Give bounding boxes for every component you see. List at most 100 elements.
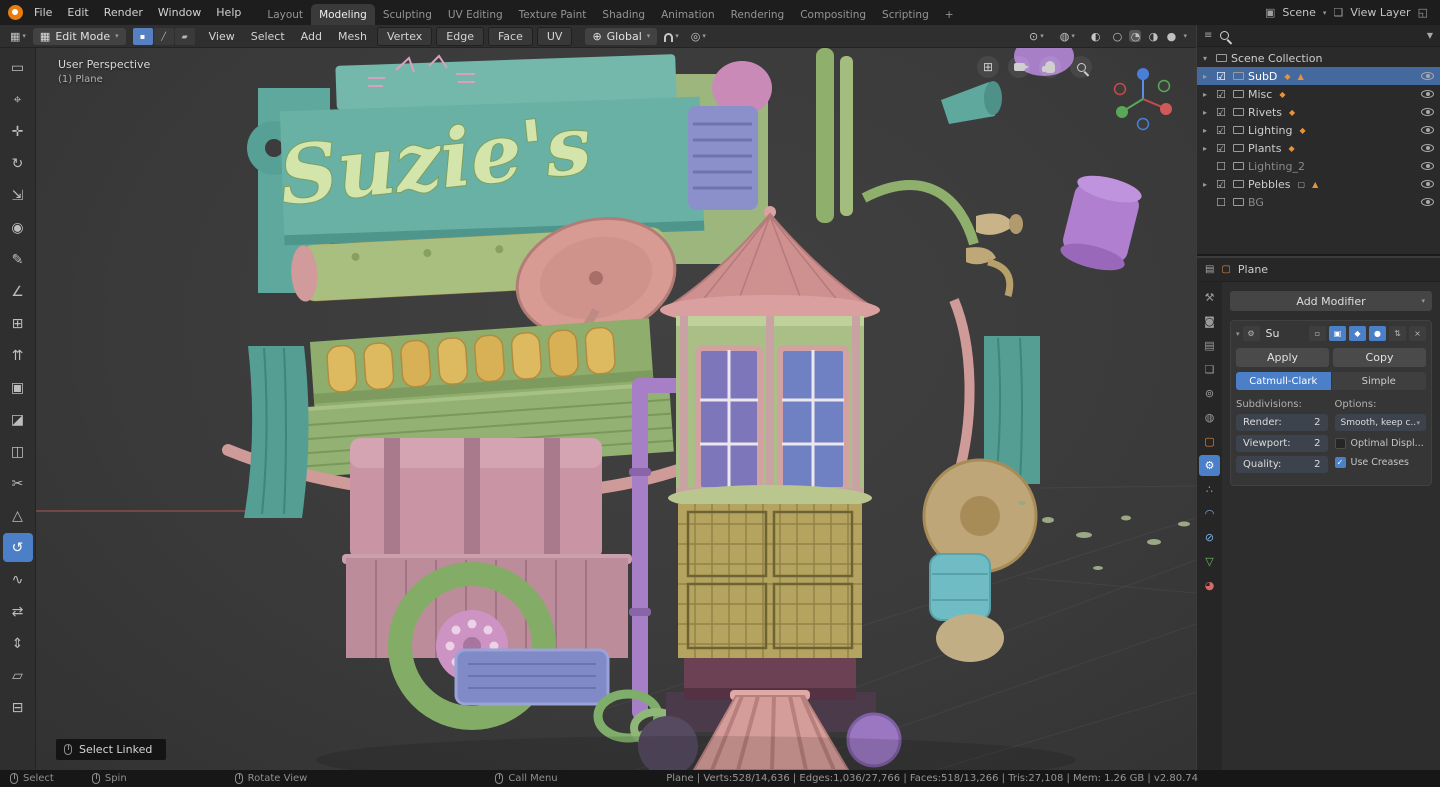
navigation-gizmo[interactable]	[1108, 64, 1178, 134]
tool-transform[interactable]: ◉	[3, 213, 33, 242]
use-creases-row[interactable]: ✓ Use Creases	[1334, 454, 1427, 471]
outliner-item-subd[interactable]: ▸ ☑ SubD ◆ ▲	[1197, 67, 1440, 85]
show-in-edit-mode-toggle[interactable]: ▣	[1329, 326, 1346, 341]
filter-icon[interactable]: ▼	[1427, 31, 1433, 40]
tool-scale[interactable]: ⇲	[3, 181, 33, 210]
panel-collapse-icon[interactable]: ▾	[1236, 330, 1240, 338]
visibility-eye-icon[interactable]	[1421, 162, 1434, 170]
disclosure-icon[interactable]: ▸	[1203, 72, 1212, 81]
shading-wireframe-button[interactable]: ○	[1111, 30, 1123, 43]
outliner-item-plants[interactable]: ▸ ☑ Plants ◆	[1197, 139, 1440, 157]
tool-poly-build[interactable]: △	[3, 501, 33, 530]
disclosure-icon[interactable]: ▸	[1203, 144, 1212, 153]
menu-window[interactable]: Window	[151, 4, 208, 21]
properties-tab-object-data[interactable]: ▽	[1199, 551, 1220, 572]
disclosure-icon[interactable]: ▸	[1203, 108, 1212, 117]
face-select-mode-button[interactable]: ▰	[174, 27, 195, 45]
properties-tab-world[interactable]: ◍	[1199, 407, 1220, 428]
properties-tab-object[interactable]: ▢	[1199, 431, 1220, 452]
mode-selector[interactable]: ▦ Edit Mode ▾	[32, 27, 126, 45]
select-linked-hint[interactable]: Select Linked	[56, 739, 167, 760]
tool-rotate[interactable]: ↻	[3, 149, 33, 178]
disclosure-icon[interactable]: ▸	[1203, 126, 1212, 135]
menu-view[interactable]: View	[202, 28, 242, 45]
workspace-tab-rendering[interactable]: Rendering	[723, 4, 793, 25]
optimal-display-checkbox[interactable]	[1334, 438, 1346, 449]
optimal-display-row[interactable]: Optimal Displ...	[1334, 435, 1427, 452]
properties-tab-material[interactable]: ◕	[1199, 575, 1220, 596]
outliner-item-misc[interactable]: ▸ ☑ Misc ◆	[1197, 85, 1440, 103]
workspace-tab-modeling[interactable]: Modeling	[311, 4, 375, 25]
menu-vertex[interactable]: Vertex	[376, 26, 433, 46]
transform-orientation-selector[interactable]: ⊕ Global ▾	[585, 27, 658, 45]
properties-tab-output[interactable]: ▤	[1199, 335, 1220, 356]
menu-add[interactable]: Add	[294, 28, 329, 45]
apply-button[interactable]: Apply	[1236, 348, 1329, 367]
outliner-item-lighting[interactable]: ▸ ☑ Lighting ◆	[1197, 121, 1440, 139]
collection-checkbox[interactable]: ☑	[1216, 142, 1229, 155]
editor-type-button[interactable]: ▦ ▾	[5, 28, 31, 45]
viewport-3d[interactable]: Suzie's User Perspective (1) Plane ⊞ Sel…	[36, 48, 1196, 770]
shading-material-button[interactable]: ◑	[1147, 30, 1159, 43]
collection-checkbox[interactable]: ☑	[1216, 124, 1229, 137]
collection-checkbox[interactable]: ☑	[1216, 70, 1229, 83]
workspace-tab-scripting[interactable]: Scripting	[874, 4, 937, 25]
tool-knife[interactable]: ✂	[3, 469, 33, 498]
menu-edge[interactable]: Edge	[436, 26, 484, 46]
properties-tab-tool[interactable]: ⚒	[1199, 287, 1220, 308]
workspace-tab-compositing[interactable]: Compositing	[792, 4, 874, 25]
properties-tab-particles[interactable]: ∴	[1199, 479, 1220, 500]
properties-tab-render[interactable]: ◙	[1199, 311, 1220, 332]
add-workspace-button[interactable]: +	[937, 4, 962, 25]
snapping-button[interactable]: ▾	[659, 28, 684, 44]
add-modifier-dropdown[interactable]: Add Modifier ▾	[1230, 291, 1432, 311]
screens-icon[interactable]: ◱	[1418, 6, 1428, 19]
menu-select[interactable]: Select	[244, 28, 292, 45]
shading-popover-button[interactable]: ▾	[1183, 32, 1187, 40]
tool-rip-region[interactable]: ⊟	[3, 693, 33, 722]
tool-inset-faces[interactable]: ▣	[3, 373, 33, 402]
quality-field[interactable]: Quality: 2	[1236, 456, 1328, 473]
outliner-item-lighting-2[interactable]: ☐ Lighting_2	[1197, 157, 1440, 175]
visibility-eye-icon[interactable]	[1421, 108, 1434, 116]
scene-caret-icon[interactable]: ▾	[1323, 9, 1327, 17]
tool-spin[interactable]: ↺	[2, 533, 33, 562]
tool-shear[interactable]: ▱	[3, 661, 33, 690]
menu-edit[interactable]: Edit	[60, 4, 95, 21]
show-in-viewport-toggle[interactable]: ◆	[1349, 326, 1366, 341]
scene-collection-row[interactable]: ▾ Scene Collection	[1197, 49, 1440, 67]
tool-bevel[interactable]: ◪	[3, 405, 33, 434]
tool-edge-slide[interactable]: ⇄	[3, 597, 33, 626]
use-creases-checkbox[interactable]: ✓	[1334, 457, 1346, 468]
viewport-subdivisions-field[interactable]: Viewport: 2	[1236, 435, 1328, 452]
workspace-tab-sculpting[interactable]: Sculpting	[375, 4, 440, 25]
properties-tab-physics[interactable]: ◠	[1199, 503, 1220, 524]
menu-face[interactable]: Face	[487, 26, 533, 46]
workspace-tab-shading[interactable]: Shading	[594, 4, 653, 25]
show-on-cage-toggle[interactable]: ▫	[1309, 326, 1326, 341]
menu-render[interactable]: Render	[97, 4, 150, 21]
visibility-eye-icon[interactable]	[1421, 126, 1434, 134]
tool-measure[interactable]: ∠	[3, 277, 33, 306]
pan-view-button[interactable]	[1039, 56, 1061, 78]
shading-rendered-button[interactable]: ●	[1165, 30, 1177, 43]
properties-tab-scene[interactable]: ⊚	[1199, 383, 1220, 404]
workspace-tab-animation[interactable]: Animation	[653, 4, 723, 25]
visibility-eye-icon[interactable]	[1421, 90, 1434, 98]
proportional-editing-button[interactable]: ◎ ▾	[686, 28, 711, 45]
tool-cursor[interactable]: ⌖	[3, 85, 33, 114]
render-subdivisions-field[interactable]: Render: 2	[1236, 414, 1328, 431]
workspace-tab-layout[interactable]: Layout	[259, 4, 311, 25]
visibility-eye-icon[interactable]	[1421, 144, 1434, 152]
tool-select-box[interactable]: ▭	[3, 53, 33, 82]
properties-editor-icon[interactable]: ▤	[1205, 264, 1214, 275]
model-steampunk-house[interactable]: Suzie's	[222, 48, 1190, 770]
tool-add-cube[interactable]: ⊞	[3, 309, 33, 338]
toggle-perspective-button[interactable]: ⊞	[977, 56, 999, 78]
properties-tab-constraints[interactable]: ⊘	[1199, 527, 1220, 548]
scene-model[interactable]: Suzie's	[36, 48, 1196, 770]
show-in-render-toggle[interactable]: ●	[1369, 326, 1386, 341]
visibility-eye-icon[interactable]	[1421, 198, 1434, 206]
properties-tab-view-layer[interactable]: ❏	[1199, 359, 1220, 380]
simple-button[interactable]: Simple	[1331, 372, 1426, 390]
